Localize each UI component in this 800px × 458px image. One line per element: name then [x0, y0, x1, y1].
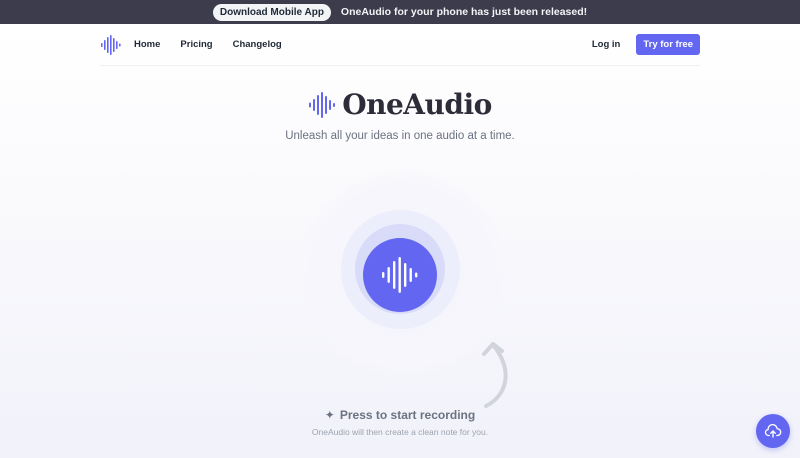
record-prompt-text: Press to start recording	[339, 408, 476, 422]
login-link[interactable]: Log in	[592, 39, 621, 50]
tagline: Unleash all your ideas in one audio at a…	[285, 130, 515, 142]
waveform-icon[interactable]	[100, 34, 122, 55]
sparkle-icon: ✦	[324, 408, 335, 422]
nav-links: Home Pricing Changelog	[134, 39, 282, 50]
announcement-bar: Download Mobile App OneAudio for your ph…	[0, 0, 800, 24]
nav-link-changelog[interactable]: Changelog	[233, 39, 282, 50]
download-mobile-app-button[interactable]: Download Mobile App	[212, 3, 331, 21]
nav-link-pricing[interactable]: Pricing	[180, 39, 212, 50]
curved-arrow-icon	[482, 342, 508, 408]
page-title: OneAudio	[342, 88, 492, 121]
top-nav: Home Pricing Changelog Log in Try for fr…	[100, 24, 700, 66]
announcement-message: OneAudio for your phone has just been re…	[340, 6, 588, 18]
record-button[interactable]	[363, 238, 437, 312]
brand-heading: OneAudio	[0, 88, 800, 121]
upload-cloud-icon	[764, 423, 782, 438]
record-prompt: ✦ Press to start recording	[0, 408, 800, 422]
nav-link-home[interactable]: Home	[134, 39, 160, 50]
record-subtext: OneAudio will then create a clean note f…	[311, 427, 489, 437]
main-content: Home Pricing Changelog Log in Try for fr…	[0, 24, 800, 458]
upload-button[interactable]	[756, 414, 790, 448]
nav-actions: Log in Try for free	[592, 34, 700, 55]
waveform-icon	[382, 257, 418, 293]
waveform-icon	[309, 91, 336, 118]
try-for-free-button[interactable]: Try for free	[636, 34, 700, 55]
